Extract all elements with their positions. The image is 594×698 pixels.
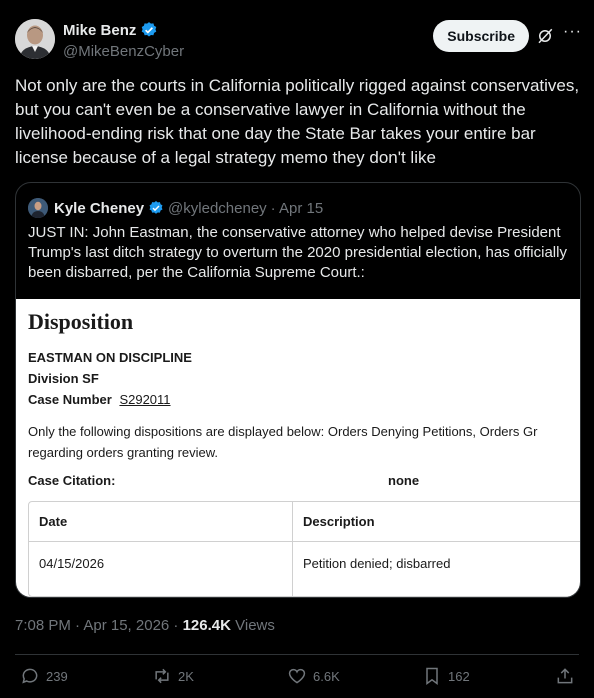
author-avatar[interactable] xyxy=(15,19,55,59)
views-label: Views xyxy=(230,617,275,634)
bookmark-button[interactable]: 162 xyxy=(422,666,470,686)
share-icon xyxy=(557,668,573,684)
repost-count: 2K xyxy=(178,668,194,684)
doc-case-number-row: Case Number S292011 xyxy=(28,389,192,410)
doc-disposition-table: Date Description 04/15/2026 Petition den… xyxy=(28,501,580,597)
table-header-description: Description xyxy=(303,514,375,529)
quoted-media-image[interactable]: Disposition EASTMAN ON DISCIPLINE Divisi… xyxy=(16,299,580,597)
divider xyxy=(15,654,579,655)
table-divider xyxy=(29,541,580,542)
author-name[interactable]: Mike Benz xyxy=(63,22,136,39)
doc-division: Division SF xyxy=(28,371,99,386)
table-cell-description: Petition denied; disbarred xyxy=(303,556,451,571)
doc-case-number-label: Case Number xyxy=(28,392,112,407)
table-cell-date: 04/15/2026 xyxy=(39,556,105,571)
action-bar: 239 2K 6.6K 162 xyxy=(15,666,579,690)
heart-icon xyxy=(288,668,306,684)
tweet-text: Not only are the courts in California po… xyxy=(15,76,580,167)
doc-note: Only the following dispositions are disp… xyxy=(28,421,580,463)
author-handle[interactable]: @MikeBenzCyber xyxy=(63,43,184,60)
quoted-author-name[interactable]: Kyle Cheney xyxy=(54,200,144,217)
table-divider xyxy=(292,502,293,596)
reply-icon xyxy=(22,668,38,684)
doc-case-name: EASTMAN ON DISCIPLINE xyxy=(28,350,192,365)
repost-icon xyxy=(155,668,169,684)
quoted-author-handle[interactable]: @kyledcheney xyxy=(168,200,267,217)
doc-note-line-2: regarding orders granting review. xyxy=(28,445,219,460)
doc-citation-value: none xyxy=(388,473,420,488)
doc-citation-label: Case Citation: xyxy=(28,473,116,488)
bookmark-icon xyxy=(426,667,438,685)
verified-badge-icon xyxy=(149,201,163,214)
reply-count: 239 xyxy=(46,668,68,684)
like-button[interactable]: 6.6K xyxy=(287,666,340,686)
more-options-icon[interactable]: ··· xyxy=(563,23,582,41)
like-count: 6.6K xyxy=(313,668,340,684)
table-header-date: Date xyxy=(39,514,68,529)
quoted-tweet[interactable]: Kyle Cheney @kyledcheney · Apr 15 JUST I… xyxy=(15,182,581,598)
doc-case-info: EASTMAN ON DISCIPLINE Division SF Case N… xyxy=(28,347,192,410)
author-name-row[interactable]: Mike Benz xyxy=(63,21,158,39)
tweet-meta: 7:08 PM · Apr 15, 2026 · 126.4K Views xyxy=(15,617,275,634)
doc-case-number-link: S292011 xyxy=(119,392,171,407)
bookmark-count: 162 xyxy=(448,668,470,684)
doc-title: Disposition xyxy=(28,309,134,334)
tweet-header: Mike Benz @MikeBenzCyber Subscribe ··· xyxy=(15,19,582,60)
quoted-tweet-header: Kyle Cheney @kyledcheney · Apr 15 xyxy=(28,198,323,218)
grok-icon[interactable] xyxy=(536,27,554,45)
views-count: 126.4K xyxy=(182,617,231,634)
verified-badge-icon xyxy=(142,22,157,37)
quoted-tweet-text: JUST IN: John Eastman, the conservative … xyxy=(28,224,567,281)
doc-note-line-1: Only the following dispositions are disp… xyxy=(28,424,538,439)
quoted-tweet-date[interactable]: · Apr 15 xyxy=(271,200,324,217)
tweet-timestamp[interactable]: 7:08 PM · Apr 15, 2026 · xyxy=(15,617,183,634)
repost-button[interactable]: 2K xyxy=(152,666,194,686)
quoted-author-avatar[interactable] xyxy=(28,198,48,218)
subscribe-button[interactable]: Subscribe xyxy=(433,20,529,52)
reply-button[interactable]: 239 xyxy=(20,666,68,686)
share-button[interactable] xyxy=(555,666,575,686)
author-block: Mike Benz @MikeBenzCyber xyxy=(63,21,184,60)
